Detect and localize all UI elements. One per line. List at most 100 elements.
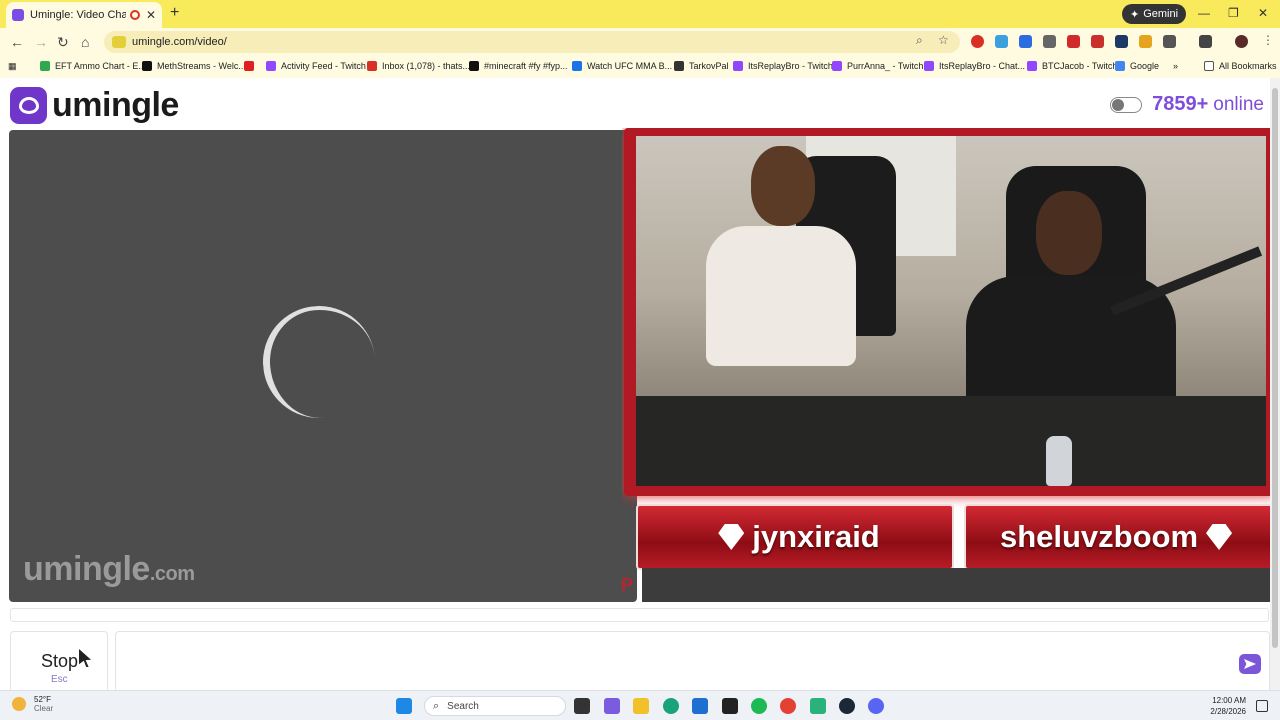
all-bookmarks-button[interactable]: All Bookmarks (1204, 61, 1277, 71)
terminal-icon[interactable] (722, 698, 738, 714)
umingle-logo[interactable]: umingle (10, 86, 179, 125)
discord-icon[interactable] (868, 698, 884, 714)
bookmark-favicon-icon (142, 61, 152, 71)
extensions-puzzle-icon[interactable] (1163, 35, 1176, 48)
store-icon[interactable] (692, 698, 708, 714)
extension-icon-1[interactable] (971, 35, 984, 48)
new-tab-button[interactable]: + (170, 4, 179, 22)
site-camera-icon (112, 36, 126, 48)
gemini-label: Gemini (1143, 8, 1179, 20)
bookmarks-bar: ▦ EFT Ammo Chart - E... MethStreams - We… (0, 56, 1280, 78)
diamond-icon (1206, 524, 1233, 550)
search-placeholder: Search (447, 700, 479, 712)
close-window-button[interactable]: ✕ (1258, 6, 1268, 20)
steam-icon[interactable] (839, 698, 855, 714)
status-bar (10, 608, 1269, 622)
online-indicator: 7859+ online (1110, 93, 1264, 116)
extension-icon-5[interactable] (1067, 35, 1080, 48)
system-clock[interactable]: 12:00 AM 2/28/2026 (1210, 695, 1246, 717)
windows-start-icon[interactable] (396, 698, 412, 714)
bookmark-item[interactable]: EFT Ammo Chart - E... (40, 61, 146, 71)
bookmark-item[interactable] (244, 61, 259, 71)
zoom-icon[interactable]: ⌕ (916, 33, 923, 48)
loading-spinner-icon (258, 301, 380, 423)
chat-message-input[interactable] (115, 631, 1270, 693)
youtube-icon (244, 61, 254, 71)
side-panel-icon[interactable] (1199, 35, 1212, 48)
task-view-icon[interactable] (574, 698, 590, 714)
app-icon[interactable] (810, 698, 826, 714)
taskbar-search[interactable]: ⌕ Search (424, 696, 566, 716)
online-label: online (1213, 93, 1264, 115)
bookmark-item[interactable]: Google (1115, 61, 1159, 71)
page-scrollbar[interactable] (1270, 78, 1280, 690)
extension-icon-7[interactable] (1115, 35, 1128, 48)
weather-widget[interactable]: 52°F Clear (12, 695, 53, 713)
bookmark-item[interactable]: ItsReplayBro - Chat... (924, 61, 1025, 71)
umingle-page: umingle 7859+ online umingle.com P jynxi… (0, 78, 1280, 693)
streamer-name-plate: jynxiraid (636, 504, 954, 570)
url-text: umingle.com/video/ (132, 36, 227, 48)
bookmark-item[interactable]: BTCJacob - Twitch (1027, 61, 1117, 71)
file-explorer-icon[interactable] (633, 698, 649, 714)
extension-icon-8[interactable] (1139, 35, 1152, 48)
tab-close-icon[interactable]: ✕ (146, 8, 156, 22)
gemini-button[interactable]: ✦ Gemini (1122, 4, 1187, 24)
local-video-panel: umingle.com P (9, 130, 637, 602)
home-icon[interactable]: ⌂ (81, 34, 89, 50)
spotify-icon[interactable] (751, 698, 767, 714)
browser-tab-strip: Umingle: Video Chat with S ✕ + ✦ Gemini … (0, 0, 1280, 28)
webcam-scene (636, 136, 1266, 486)
back-arrow-icon[interactable]: ← (10, 34, 24, 50)
maximize-button[interactable]: ❐ (1228, 6, 1239, 20)
bookmark-star-icon[interactable]: ☆ (938, 33, 949, 47)
play-icon (572, 61, 582, 71)
edge-icon[interactable] (663, 698, 679, 714)
profile-avatar[interactable] (1235, 35, 1248, 48)
send-icon[interactable] (1239, 654, 1261, 674)
bookmark-item[interactable]: #minecraft #fy #fyp... (469, 61, 568, 71)
address-bar[interactable]: umingle.com/video/ (104, 31, 960, 53)
diamond-icon (718, 524, 745, 550)
apps-grid-icon[interactable]: ▦ (8, 61, 17, 72)
recording-icon (129, 10, 140, 20)
extension-icon-2[interactable] (995, 35, 1008, 48)
folder-icon (1204, 61, 1214, 71)
reload-icon[interactable]: ↻ (57, 34, 69, 51)
bookmarks-overflow-button[interactable]: » (1173, 61, 1178, 71)
copilot-icon[interactable] (604, 698, 620, 714)
bookmark-item[interactable]: TarkovPal (674, 61, 729, 71)
chrome-icon[interactable] (780, 698, 796, 714)
gmail-icon (367, 61, 377, 71)
bookmark-item[interactable]: PurrAnna_ - Twitch (832, 61, 923, 71)
bookmark-favicon-icon (40, 61, 50, 71)
streamer-name: sheluvzboom (999, 519, 1199, 554)
minimize-button[interactable]: — (1198, 6, 1210, 20)
twitch-icon (266, 61, 276, 71)
menu-kebab-icon[interactable]: ⋮ (1262, 33, 1274, 47)
bookmark-item[interactable]: MethStreams - Welc... (142, 61, 246, 71)
clock-time: 12:00 AM (1212, 696, 1246, 705)
online-count: 7859+ (1152, 93, 1209, 115)
forward-arrow-icon[interactable]: → (34, 34, 48, 50)
theme-toggle[interactable] (1110, 96, 1143, 113)
bookmark-item[interactable]: Activity Feed - Twitch (266, 61, 366, 71)
streamer-name-plate: sheluvzboom (964, 504, 1276, 570)
browser-tab-umingle[interactable]: Umingle: Video Chat with S ✕ (6, 2, 162, 28)
twitch-icon (832, 61, 842, 71)
extension-icon-4[interactable] (1043, 35, 1056, 48)
twitch-icon (1027, 61, 1037, 71)
bookmark-item[interactable]: Watch UFC MMA B... (572, 61, 672, 71)
notification-icon[interactable] (1256, 700, 1268, 712)
browser-toolbar: ← → ↻ ⌂ umingle.com/video/ ⌕ ☆ ⋮ (0, 28, 1280, 56)
extension-icon-3[interactable] (1019, 35, 1032, 48)
bookmark-item[interactable]: Inbox (1,078) - thats... (367, 61, 470, 71)
extension-icon-6[interactable] (1091, 35, 1104, 48)
temperature: 52°F (34, 695, 51, 704)
google-icon (1115, 61, 1125, 71)
stop-button[interactable]: Stop Esc (10, 631, 108, 693)
bookmark-item[interactable]: ItsReplayBro - Twitch (733, 61, 833, 71)
umingle-favicon-icon (12, 9, 24, 21)
logo-text: umingle (52, 86, 179, 124)
tab-title: Umingle: Video Chat with S (30, 9, 126, 21)
